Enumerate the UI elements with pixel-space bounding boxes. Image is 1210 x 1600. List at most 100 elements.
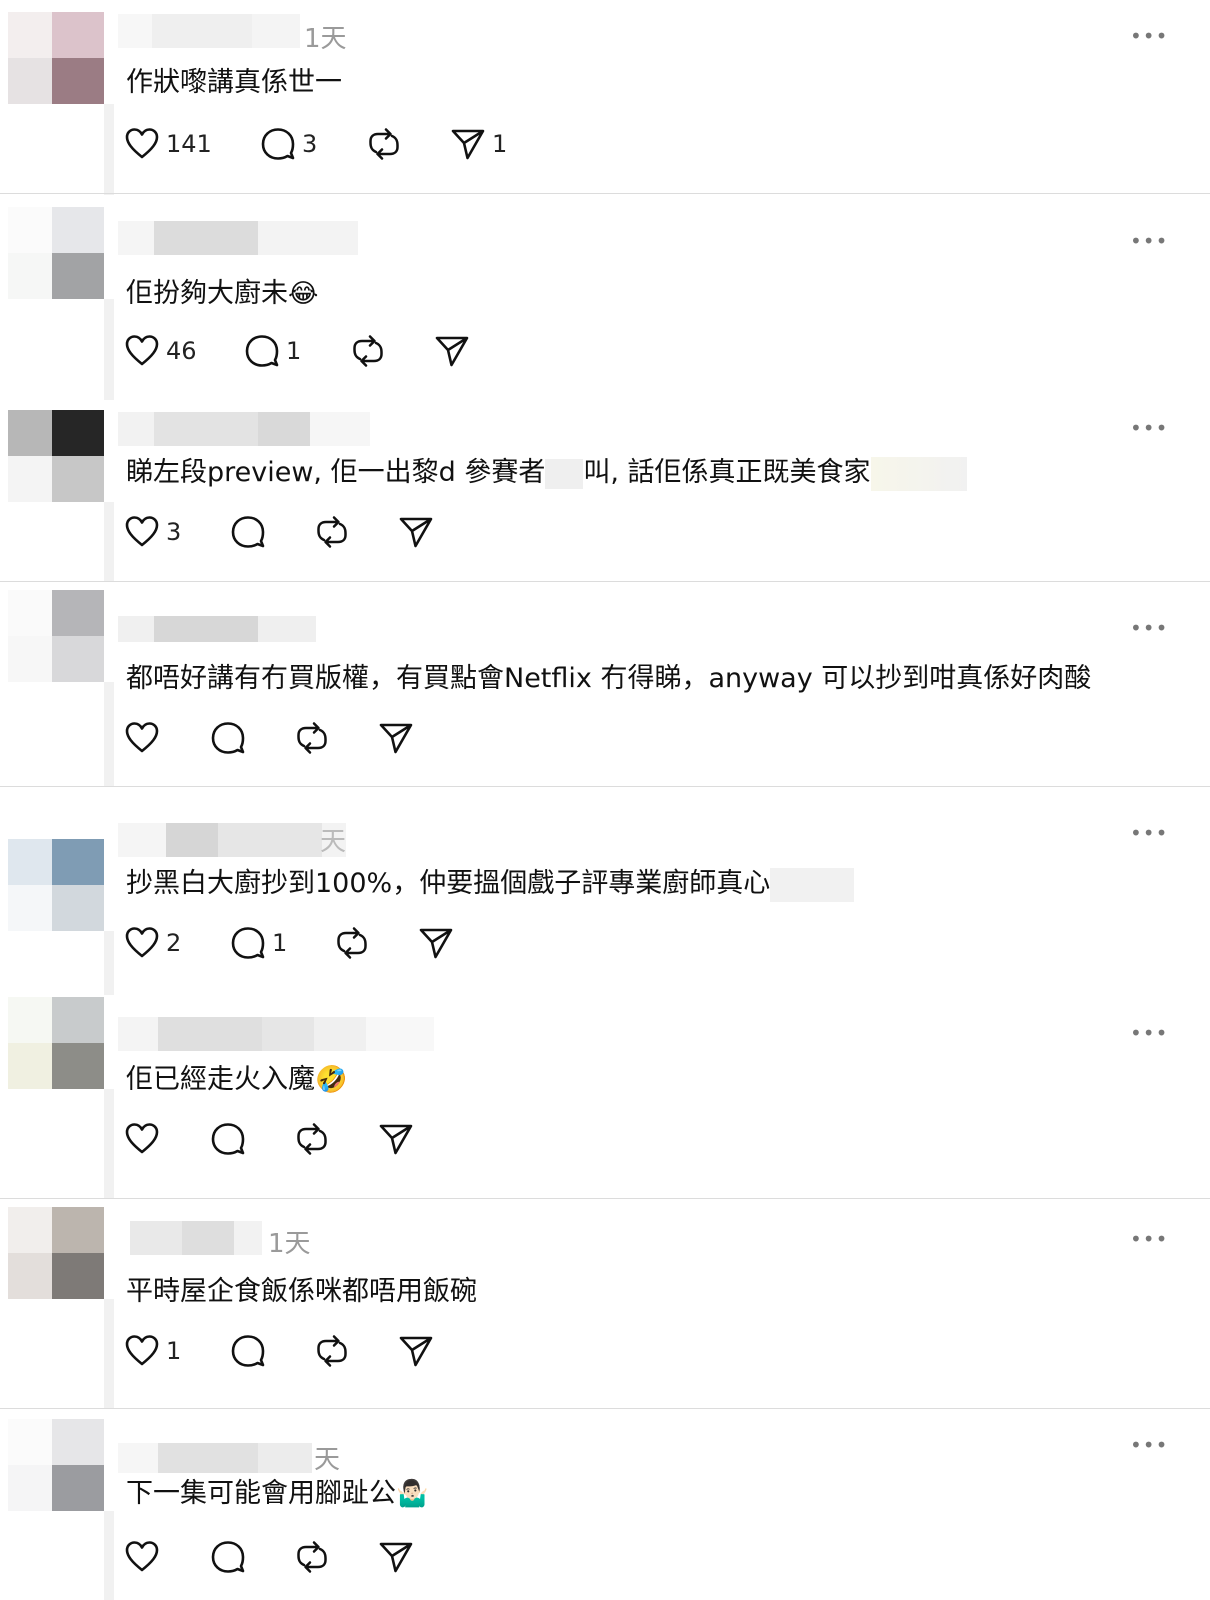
repost-button[interactable]: [294, 1121, 330, 1157]
post-7: 1天 ••• 平時屋企食飯係咪都唔用飯碗 1: [0, 1199, 1210, 1409]
username[interactable]: [118, 14, 300, 48]
like-button[interactable]: 1: [124, 1333, 181, 1369]
thread-line: [104, 299, 114, 400]
like-button[interactable]: 2: [124, 925, 181, 961]
send-icon: [435, 336, 469, 367]
like-count: 3: [166, 518, 182, 546]
heart-icon: [125, 1335, 159, 1366]
more-icon[interactable]: •••: [1130, 821, 1167, 845]
username[interactable]: [118, 1221, 262, 1255]
post-3: ••• 睇左段preview, 佢一出黎d 參賽者 叫, 話佢係真正既美食家 3: [0, 400, 1210, 582]
repost-button[interactable]: [366, 126, 402, 162]
reply-count: 1: [272, 929, 288, 957]
send-icon: [419, 928, 453, 959]
username[interactable]: [118, 823, 346, 857]
avatar[interactable]: [8, 590, 104, 682]
send-icon: [399, 1336, 433, 1367]
like-button[interactable]: [124, 1539, 160, 1575]
send-icon: [379, 1124, 413, 1155]
repost-button[interactable]: [294, 720, 330, 756]
post-text-body: 抄黑白大廚抄到100%，仲要搵個戲子評專業廚師真心: [126, 868, 771, 899]
share-button[interactable]: [378, 1121, 414, 1157]
like-button[interactable]: [124, 720, 160, 756]
post-1: 1天 ••• 作狀嚟講真係世一 141 3 1: [0, 0, 1210, 195]
repost-button[interactable]: [294, 1539, 330, 1575]
username[interactable]: [118, 1017, 434, 1051]
send-icon: [451, 129, 485, 160]
share-button[interactable]: [398, 514, 434, 550]
post-8: 天 ••• 下一集可能會用腳趾公🤷🏻‍♂️: [0, 1409, 1210, 1600]
share-button[interactable]: [434, 333, 470, 369]
comment-icon: [231, 516, 265, 548]
repost-icon: [297, 1541, 327, 1573]
comment-icon: [231, 927, 265, 959]
more-icon[interactable]: •••: [1130, 1227, 1167, 1251]
post-text: 睇左段preview, 佢一出黎d 參賽者 叫, 話佢係真正既美食家: [126, 450, 967, 491]
like-button[interactable]: 3: [124, 514, 181, 550]
reply-count: 3: [302, 130, 318, 158]
more-icon[interactable]: •••: [1130, 1021, 1167, 1045]
reply-button[interactable]: 3: [260, 126, 317, 162]
reply-count: 1: [286, 337, 302, 365]
reply-button[interactable]: [210, 1121, 246, 1157]
repost-button[interactable]: [350, 333, 386, 369]
repost-icon: [317, 1335, 347, 1367]
repost-icon: [297, 1123, 327, 1155]
divider: [0, 193, 1210, 194]
comment-icon: [231, 1335, 265, 1367]
share-button[interactable]: 1: [450, 126, 507, 162]
more-icon[interactable]: •••: [1130, 24, 1167, 48]
post-text-body: 佢扮夠大廚未: [126, 278, 288, 309]
repost-button[interactable]: [334, 925, 370, 961]
post-text: 作狀嚟講真係世一: [126, 67, 342, 98]
more-icon[interactable]: •••: [1130, 616, 1167, 640]
username[interactable]: [118, 221, 358, 255]
avatar[interactable]: [8, 997, 104, 1089]
more-icon[interactable]: •••: [1130, 1433, 1167, 1457]
avatar[interactable]: [8, 12, 104, 104]
username[interactable]: [118, 616, 316, 642]
more-icon[interactable]: •••: [1130, 416, 1167, 440]
post-text: 平時屋企食飯係咪都唔用飯碗: [126, 1276, 477, 1307]
username[interactable]: [118, 1443, 312, 1473]
repost-button[interactable]: [314, 1333, 350, 1369]
reply-button[interactable]: [210, 720, 246, 756]
repost-button[interactable]: [314, 514, 350, 550]
post-text-part2: 叫, 話佢係真正既美食家: [583, 457, 871, 488]
send-icon: [399, 517, 433, 548]
like-count: 2: [166, 929, 182, 957]
post-5: 天 ••• 抄黑白大廚抄到100%，仲要搵個戲子評專業廚師真心 2 1: [0, 787, 1210, 995]
post-text-body: 下一集可能會用腳趾公: [126, 1478, 396, 1509]
like-button[interactable]: 46: [124, 333, 197, 369]
reply-button[interactable]: [230, 514, 266, 550]
post-text: 佢扮夠大廚未😂: [126, 271, 318, 310]
reply-button[interactable]: [230, 1333, 266, 1369]
thread-line: [104, 1089, 114, 1198]
heart-icon: [125, 1123, 159, 1154]
like-button[interactable]: 141: [124, 126, 212, 162]
like-button[interactable]: [124, 1121, 160, 1157]
more-icon[interactable]: •••: [1130, 229, 1167, 253]
share-button[interactable]: [418, 925, 454, 961]
repost-icon: [353, 335, 383, 367]
post-text-body: 佢已經走火入魔: [126, 1064, 315, 1095]
repost-icon: [317, 516, 347, 548]
avatar[interactable]: [8, 839, 104, 931]
avatar[interactable]: [8, 207, 104, 299]
avatar[interactable]: [8, 1419, 104, 1511]
share-button[interactable]: [378, 1539, 414, 1575]
emoji: 😂: [288, 279, 319, 309]
timestamp: 天: [320, 827, 347, 857]
reply-button[interactable]: 1: [244, 333, 301, 369]
reply-button[interactable]: 1: [230, 925, 287, 961]
username[interactable]: [118, 412, 370, 446]
avatar[interactable]: [8, 410, 104, 502]
reply-button[interactable]: [210, 1539, 246, 1575]
repost-icon: [369, 128, 399, 160]
avatar[interactable]: [8, 1207, 104, 1299]
share-button[interactable]: [378, 720, 414, 756]
share-button[interactable]: [398, 1333, 434, 1369]
post-4: ••• 都唔好講有冇買版權，有買點會Netflix 冇得睇，anyway 可以抄…: [0, 582, 1210, 787]
redacted-mask: [870, 456, 967, 491]
like-count: 1: [166, 1337, 182, 1365]
